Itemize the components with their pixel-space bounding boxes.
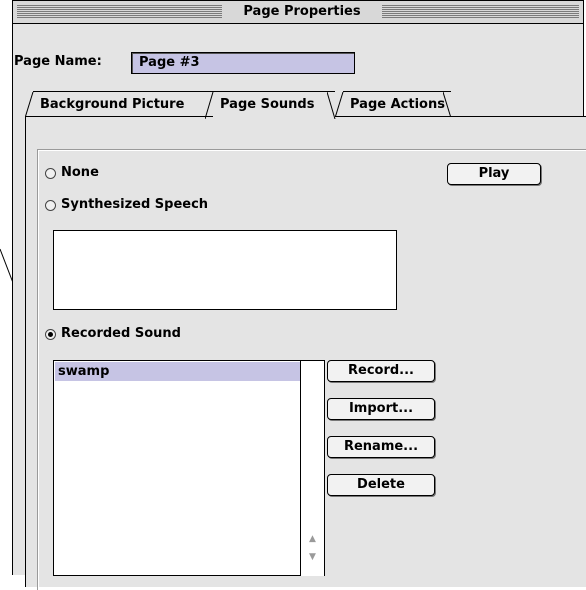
delete-button[interactable]: Delete [327,474,435,496]
radio-recorded-sound[interactable] [45,329,56,340]
title-bar[interactable]: Page Properties [13,1,583,24]
record-button[interactable]: Record... [327,360,435,382]
page-name-field[interactable]: Page #3 [131,52,355,74]
tab-page-sounds-label: Page Sounds [220,97,315,112]
sounds-list[interactable]: swamp ▲ ▼ [53,360,325,576]
scroll-up-arrow-icon[interactable]: ▲ [301,531,324,547]
tab-edge-icon [25,92,34,118]
tab-edge-icon [205,92,214,119]
radio-none-label: None [61,165,99,180]
tab-page-actions-label: Page Actions [350,97,445,112]
radio-recorded-sound-label: Recorded Sound [61,326,181,341]
radio-none[interactable] [45,168,56,179]
rename-button[interactable]: Rename... [327,436,435,458]
tab-edge-icon [443,92,452,118]
page-properties-window: Page Properties Page Name: Page #3 Backg… [12,0,586,590]
radio-synthesized-speech-label: Synthesized Speech [61,197,209,212]
tab-edge-icon [327,92,336,119]
import-button[interactable]: Import... [327,398,435,420]
list-scrollbar[interactable]: ▲ ▼ [300,361,324,576]
tab-page-sounds[interactable]: Page Sounds [205,91,336,119]
page-name-label: Page Name: [14,54,102,69]
window-title: Page Properties [228,2,376,22]
title-bar-stripes-right [382,5,579,18]
scroll-down-arrow-icon[interactable]: ▼ [301,549,324,565]
tab-page-actions[interactable]: Page Actions [335,91,452,118]
tab-background-picture[interactable]: Background Picture [25,91,224,118]
tab-background-picture-label: Background Picture [40,97,185,112]
speech-text-area[interactable] [53,230,397,310]
radio-synthesized-speech[interactable] [45,200,56,211]
play-button[interactable]: Play [447,163,541,185]
title-bar-stripes-left [17,5,222,18]
list-item[interactable]: swamp [55,362,302,381]
